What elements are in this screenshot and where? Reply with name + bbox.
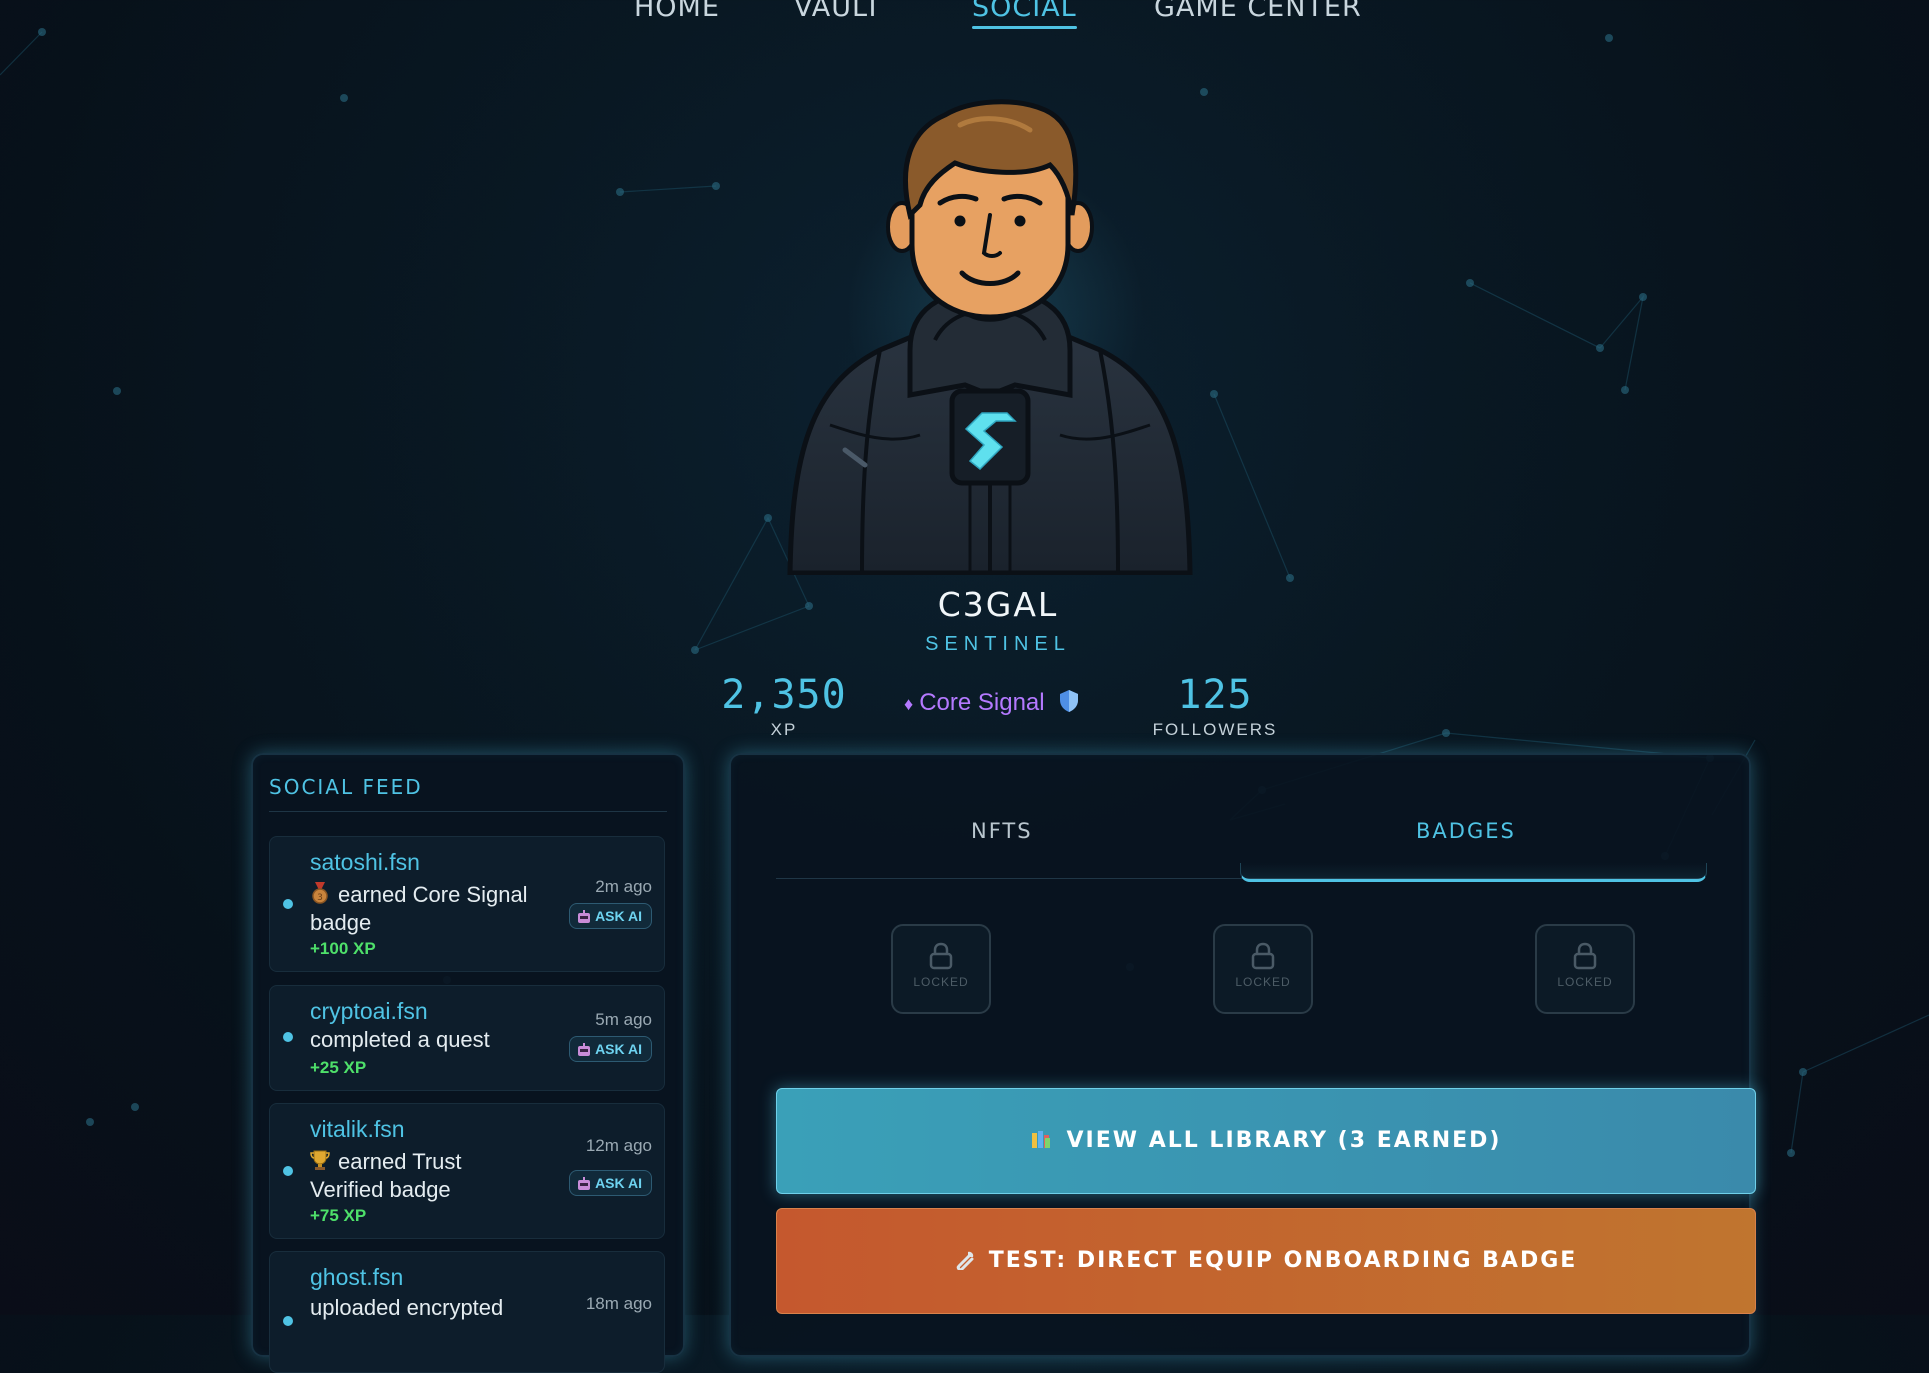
trophy-icon bbox=[310, 1150, 330, 1170]
unread-dot bbox=[283, 1166, 293, 1176]
badge-slot-locked[interactable]: LOCKED bbox=[1213, 924, 1313, 1014]
feed-xp: +75 XP bbox=[310, 1206, 367, 1225]
followers-label: FOLLOWERS bbox=[1152, 720, 1278, 739]
diamond-icon: ♦ bbox=[904, 694, 914, 714]
xp-stat: 2,350 XP bbox=[714, 675, 854, 740]
badge-slot-locked[interactable]: LOCKED bbox=[1535, 924, 1635, 1014]
view-library-label: VIEW ALL LIBRARY (3 EARNED) bbox=[1066, 1128, 1502, 1153]
feed-username[interactable]: cryptoai.fsn bbox=[310, 998, 428, 1025]
xp-label: XP bbox=[770, 720, 798, 739]
social-feed-panel: SOCIAL FEED satoshi.fsn 3 earned Core Si… bbox=[251, 753, 685, 1373]
xp-value: 2,350 bbox=[721, 672, 847, 718]
feed-action: earned Trust Verified badge bbox=[310, 1148, 540, 1204]
locked-label: LOCKED bbox=[1235, 975, 1291, 989]
feed-item[interactable]: satoshi.fsn 3 earned Core Signal badge +… bbox=[269, 836, 665, 972]
ask-ai-button[interactable]: ASK AI bbox=[569, 1036, 652, 1062]
feed-username[interactable]: ghost.fsn bbox=[310, 1264, 403, 1291]
followers-value: 125 bbox=[1177, 672, 1253, 718]
tab-badges[interactable]: BADGES bbox=[1416, 819, 1516, 843]
feed-time: 18m ago bbox=[585, 1294, 652, 1313]
shield-icon bbox=[1060, 690, 1079, 712]
ask-ai-label: ASK AI bbox=[595, 908, 642, 924]
social-feed-title: SOCIAL FEED bbox=[269, 775, 423, 799]
tier-badge: ♦ Core Signal bbox=[904, 689, 1079, 717]
ask-ai-button[interactable]: ASK AI bbox=[569, 1170, 652, 1196]
feed-xp: +100 XP bbox=[310, 939, 376, 958]
svg-text:3: 3 bbox=[317, 893, 323, 903]
nav-social[interactable]: SOCIAL bbox=[972, 0, 1077, 29]
feed-action-text: earned Core Signal badge bbox=[310, 882, 528, 935]
badge-slot-locked[interactable]: LOCKED bbox=[891, 924, 991, 1014]
feed-time: 12m ago bbox=[585, 1136, 652, 1155]
feed-action: uploaded encrypted bbox=[310, 1294, 550, 1322]
feed-item[interactable]: ghost.fsn uploaded encrypted 18m ago bbox=[269, 1251, 665, 1373]
feed-item[interactable]: cryptoai.fsn completed a quest +25 XP 5m… bbox=[269, 985, 665, 1091]
feed-action: completed a quest bbox=[310, 1026, 550, 1054]
test-equip-label: TEST: DIRECT EQUIP ONBOARDING BADGE bbox=[988, 1248, 1578, 1273]
ask-ai-button[interactable]: ASK AI bbox=[569, 903, 652, 929]
lock-icon bbox=[1251, 942, 1275, 970]
feed-username[interactable]: vitalik.fsn bbox=[310, 1116, 405, 1143]
locked-label: LOCKED bbox=[1557, 975, 1613, 989]
tab-nfts[interactable]: NFTS bbox=[971, 819, 1033, 843]
locked-label: LOCKED bbox=[913, 975, 969, 989]
tier-label: Core Signal bbox=[919, 689, 1045, 716]
top-navigation: HOME VAULT SOCIAL GAME CENTER bbox=[0, 0, 1929, 32]
feed-time: 5m ago bbox=[595, 1010, 652, 1029]
feed-action-text: uploaded encrypted bbox=[310, 1295, 504, 1320]
lock-icon bbox=[1573, 942, 1597, 970]
feed-action: 3 earned Core Signal badge bbox=[310, 881, 540, 937]
feed-item[interactable]: vitalik.fsn earned Trust Verified badge … bbox=[269, 1103, 665, 1239]
ask-ai-label: ASK AI bbox=[595, 1175, 642, 1191]
avatar bbox=[787, 99, 1193, 575]
unread-dot bbox=[283, 1316, 293, 1326]
nav-game-center[interactable]: GAME CENTER bbox=[1154, 0, 1362, 23]
robot-icon bbox=[578, 1043, 591, 1056]
nav-home[interactable]: HOME bbox=[634, 0, 720, 23]
feed-username[interactable]: satoshi.fsn bbox=[310, 849, 420, 876]
feed-divider bbox=[269, 811, 667, 812]
lock-icon bbox=[929, 942, 953, 970]
books-icon bbox=[1031, 1131, 1050, 1148]
feed-action-text: completed a quest bbox=[310, 1027, 490, 1052]
unread-dot bbox=[283, 1032, 293, 1042]
profile-name: C3GAL bbox=[937, 585, 1059, 624]
nav-social-label: SOCIAL bbox=[972, 0, 1077, 23]
unread-dot bbox=[283, 899, 293, 909]
profile-rank: SENTINEL bbox=[925, 633, 1071, 655]
ask-ai-label: ASK AI bbox=[595, 1041, 642, 1057]
feed-action-text: earned Trust Verified badge bbox=[310, 1149, 462, 1202]
test-equip-button[interactable]: TEST: DIRECT EQUIP ONBOARDING BADGE bbox=[776, 1208, 1756, 1314]
followers-stat: 125 FOLLOWERS bbox=[1140, 675, 1290, 740]
bronze-medal-icon: 3 bbox=[312, 882, 328, 904]
collection-panel: NFTS BADGES LOCKED LOCKED LOCKED VIEW AL… bbox=[729, 753, 1756, 1357]
feed-time: 2m ago bbox=[595, 877, 652, 896]
nav-vault[interactable]: VAULT bbox=[794, 0, 882, 23]
robot-icon bbox=[578, 1177, 591, 1190]
feed-xp: +25 XP bbox=[310, 1058, 367, 1077]
robot-icon bbox=[578, 910, 591, 923]
wrench-icon bbox=[956, 1251, 974, 1270]
tab-active-indicator bbox=[1240, 863, 1707, 882]
nav-active-underline bbox=[972, 26, 1077, 29]
view-library-button[interactable]: VIEW ALL LIBRARY (3 EARNED) bbox=[776, 1088, 1756, 1194]
